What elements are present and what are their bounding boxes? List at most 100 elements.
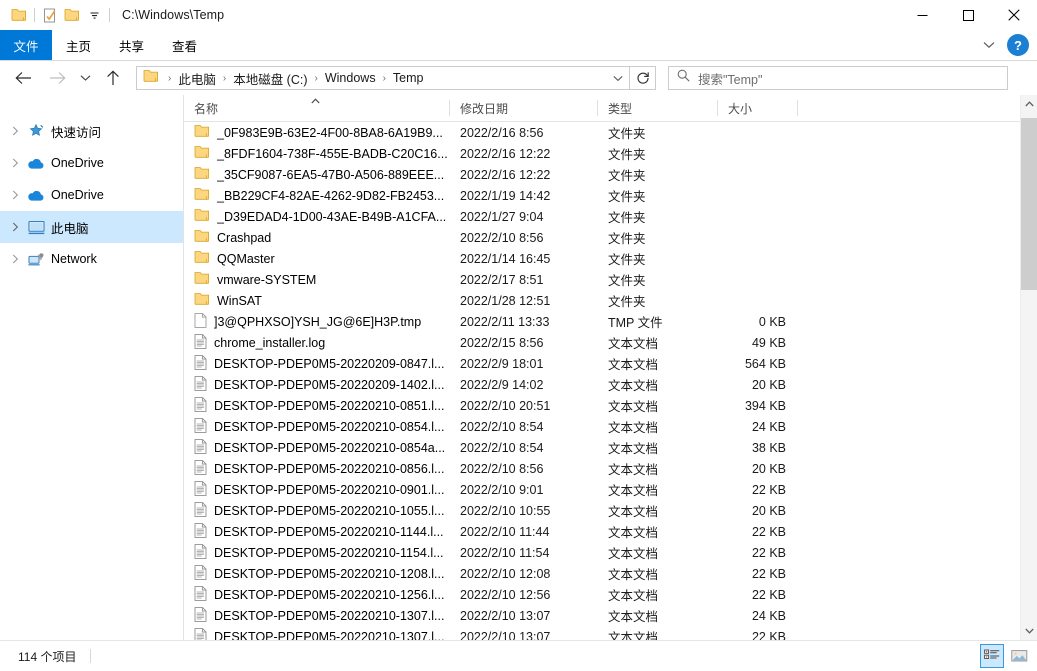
cell-name[interactable]: QQMaster [184,248,450,269]
table-row[interactable]: vmware-SYSTEM2022/2/17 8:51文件夹 [184,269,1020,290]
sidebar-item-onedrive-1[interactable]: OneDrive [0,147,184,179]
column-header-name[interactable]: 名称 [184,95,450,121]
cell-name[interactable]: DESKTOP-PDEP0M5-20220210-1208.l... [184,563,450,584]
table-row[interactable]: DESKTOP-PDEP0M5-20220210-1307.l...2022/2… [184,626,1020,640]
tab-view[interactable]: 查看 [158,30,211,60]
breadcrumb-separator[interactable]: › [168,73,171,84]
table-row[interactable]: DESKTOP-PDEP0M5-20220210-1154.l...2022/2… [184,542,1020,563]
cell-name[interactable]: _8FDF1604-738F-455E-BADB-C20C16... [184,143,450,164]
breadcrumb-item-this-pc[interactable]: 此电脑 [178,69,216,88]
table-row[interactable]: _D39EDAD4-1D00-43AE-B49B-A1CFA...2022/1/… [184,206,1020,227]
table-row[interactable]: DESKTOP-PDEP0M5-20220210-1307.l...2022/2… [184,605,1020,626]
close-icon[interactable] [991,0,1037,30]
cell-name[interactable]: DESKTOP-PDEP0M5-20220210-0854a... [184,437,450,458]
tab-file[interactable]: 文件 [0,30,52,60]
breadcrumb-separator[interactable]: › [223,73,226,84]
chevron-right-icon[interactable] [6,222,24,232]
cell-name[interactable]: DESKTOP-PDEP0M5-20220210-0856.l... [184,458,450,479]
cell-name[interactable]: WinSAT [184,290,450,311]
column-header-type[interactable]: 类型 [598,95,718,121]
folder-icon [194,166,210,183]
table-row[interactable]: Crashpad2022/2/10 8:56文件夹 [184,227,1020,248]
cell-name[interactable]: DESKTOP-PDEP0M5-20220210-1307.l... [184,626,450,640]
cell-name[interactable]: DESKTOP-PDEP0M5-20220210-0901.l... [184,479,450,500]
table-row[interactable]: DESKTOP-PDEP0M5-20220210-1256.l...2022/2… [184,584,1020,605]
cell-name[interactable]: DESKTOP-PDEP0M5-20220209-0847.l... [184,353,450,374]
scroll-down-icon[interactable] [1021,622,1037,640]
table-row[interactable]: DESKTOP-PDEP0M5-20220210-0854a...2022/2/… [184,437,1020,458]
properties-icon[interactable] [39,4,61,26]
cell-name[interactable]: _0F983E9B-63E2-4F00-8BA8-6A19B9... [184,122,450,143]
cell-name[interactable]: DESKTOP-PDEP0M5-20220210-1307.l... [184,605,450,626]
details-view-icon[interactable] [980,644,1004,668]
table-row[interactable]: DESKTOP-PDEP0M5-20220210-1055.l...2022/2… [184,500,1020,521]
cell-name[interactable]: DESKTOP-PDEP0M5-20220210-1154.l... [184,542,450,563]
table-row[interactable]: DESKTOP-PDEP0M5-20220210-0851.l...2022/2… [184,395,1020,416]
scrollbar-thumb[interactable] [1021,118,1037,290]
table-row[interactable]: _0F983E9B-63E2-4F00-8BA8-6A19B9...2022/2… [184,122,1020,143]
help-button[interactable]: ? [1007,34,1029,56]
sidebar-item-quick-access[interactable]: 快速访问 [0,115,184,147]
maximize-icon[interactable] [945,0,991,30]
large-icons-view-icon[interactable] [1007,644,1031,668]
minimize-icon[interactable] [899,0,945,30]
arrow-left-icon[interactable] [10,65,36,91]
tab-share[interactable]: 共享 [105,30,158,60]
cell-name[interactable]: _35CF9087-6EA5-47B0-A506-889EEE... [184,164,450,185]
cell-name[interactable]: ]3@QPHXSO]YSH_JG@6E]H3P.tmp [184,311,450,332]
table-row[interactable]: _8FDF1604-738F-455E-BADB-C20C16...2022/2… [184,143,1020,164]
customize-chevron-icon[interactable] [83,4,105,26]
cell-name[interactable]: DESKTOP-PDEP0M5-20220210-1256.l... [184,584,450,605]
table-row[interactable]: DESKTOP-PDEP0M5-20220210-0854.l...2022/2… [184,416,1020,437]
breadcrumb-separator[interactable]: › [315,73,318,84]
chevron-right-icon[interactable] [6,126,24,136]
cell-name[interactable]: vmware-SYSTEM [184,269,450,290]
search-input[interactable]: 搜索"Temp" [698,69,762,88]
cell-name[interactable]: DESKTOP-PDEP0M5-20220210-0851.l... [184,395,450,416]
sidebar-item-this-pc[interactable]: 此电脑 [0,211,184,243]
table-row[interactable]: _BB229CF4-82AE-4262-9D82-FB2453...2022/1… [184,185,1020,206]
cell-name[interactable]: DESKTOP-PDEP0M5-20220210-0854.l... [184,416,450,437]
column-header-size[interactable]: 大小 [718,95,798,121]
breadcrumb-item-windows[interactable]: Windows [325,71,376,85]
table-row[interactable]: WinSAT2022/1/28 12:51文件夹 [184,290,1020,311]
chevron-right-icon[interactable] [6,190,24,200]
tab-home[interactable]: 主页 [52,30,105,60]
arrow-up-icon[interactable] [100,65,126,91]
table-row[interactable]: DESKTOP-PDEP0M5-20220210-1208.l...2022/2… [184,563,1020,584]
chevron-right-icon[interactable] [6,254,24,264]
table-row[interactable]: _35CF9087-6EA5-47B0-A506-889EEE...2022/2… [184,164,1020,185]
cell-name[interactable]: chrome_installer.log [184,332,450,353]
recent-locations-chevron-icon[interactable] [75,65,95,91]
cell-name[interactable]: DESKTOP-PDEP0M5-20220210-1055.l... [184,500,450,521]
cell-name[interactable]: _BB229CF4-82AE-4262-9D82-FB2453... [184,185,450,206]
new-folder-icon[interactable] [61,4,83,26]
cell-name[interactable]: Crashpad [184,227,450,248]
table-row[interactable]: DESKTOP-PDEP0M5-20220210-0901.l...2022/2… [184,479,1020,500]
scroll-up-icon[interactable] [1021,95,1037,113]
breadcrumb-item-local-disk-c[interactable]: 本地磁盘 (C:) [233,69,307,88]
sidebar-item-network[interactable]: Network [0,243,184,275]
table-row[interactable]: chrome_installer.log2022/2/15 8:56文本文档49… [184,332,1020,353]
column-header-date-modified[interactable]: 修改日期 [450,95,598,121]
cell-name[interactable]: DESKTOP-PDEP0M5-20220210-1144.l... [184,521,450,542]
table-row[interactable]: DESKTOP-PDEP0M5-20220209-0847.l...2022/2… [184,353,1020,374]
chevron-down-icon[interactable] [607,67,629,89]
table-row[interactable]: ]3@QPHXSO]YSH_JG@6E]H3P.tmp2022/2/11 13:… [184,311,1020,332]
chevron-right-icon[interactable] [6,158,24,168]
table-row[interactable]: QQMaster2022/1/14 16:45文件夹 [184,248,1020,269]
folder-icon[interactable] [8,4,30,26]
search-box[interactable]: 搜索"Temp" [668,66,1008,90]
table-row[interactable]: DESKTOP-PDEP0M5-20220210-0856.l...2022/2… [184,458,1020,479]
sidebar-item-onedrive-2[interactable]: OneDrive [0,179,184,211]
vertical-scrollbar[interactable] [1020,95,1037,640]
table-row[interactable]: DESKTOP-PDEP0M5-20220210-1144.l...2022/2… [184,521,1020,542]
table-row[interactable]: DESKTOP-PDEP0M5-20220209-1402.l...2022/2… [184,374,1020,395]
breadcrumb-separator[interactable]: › [383,73,386,84]
chevron-down-icon[interactable] [977,32,1001,58]
cell-name[interactable]: DESKTOP-PDEP0M5-20220209-1402.l... [184,374,450,395]
refresh-icon[interactable] [630,66,656,90]
breadcrumb[interactable]: › 此电脑 › 本地磁盘 (C:) › Windows › Temp [136,66,630,90]
cell-name[interactable]: _D39EDAD4-1D00-43AE-B49B-A1CFA... [184,206,450,227]
breadcrumb-item-temp[interactable]: Temp [393,71,424,85]
